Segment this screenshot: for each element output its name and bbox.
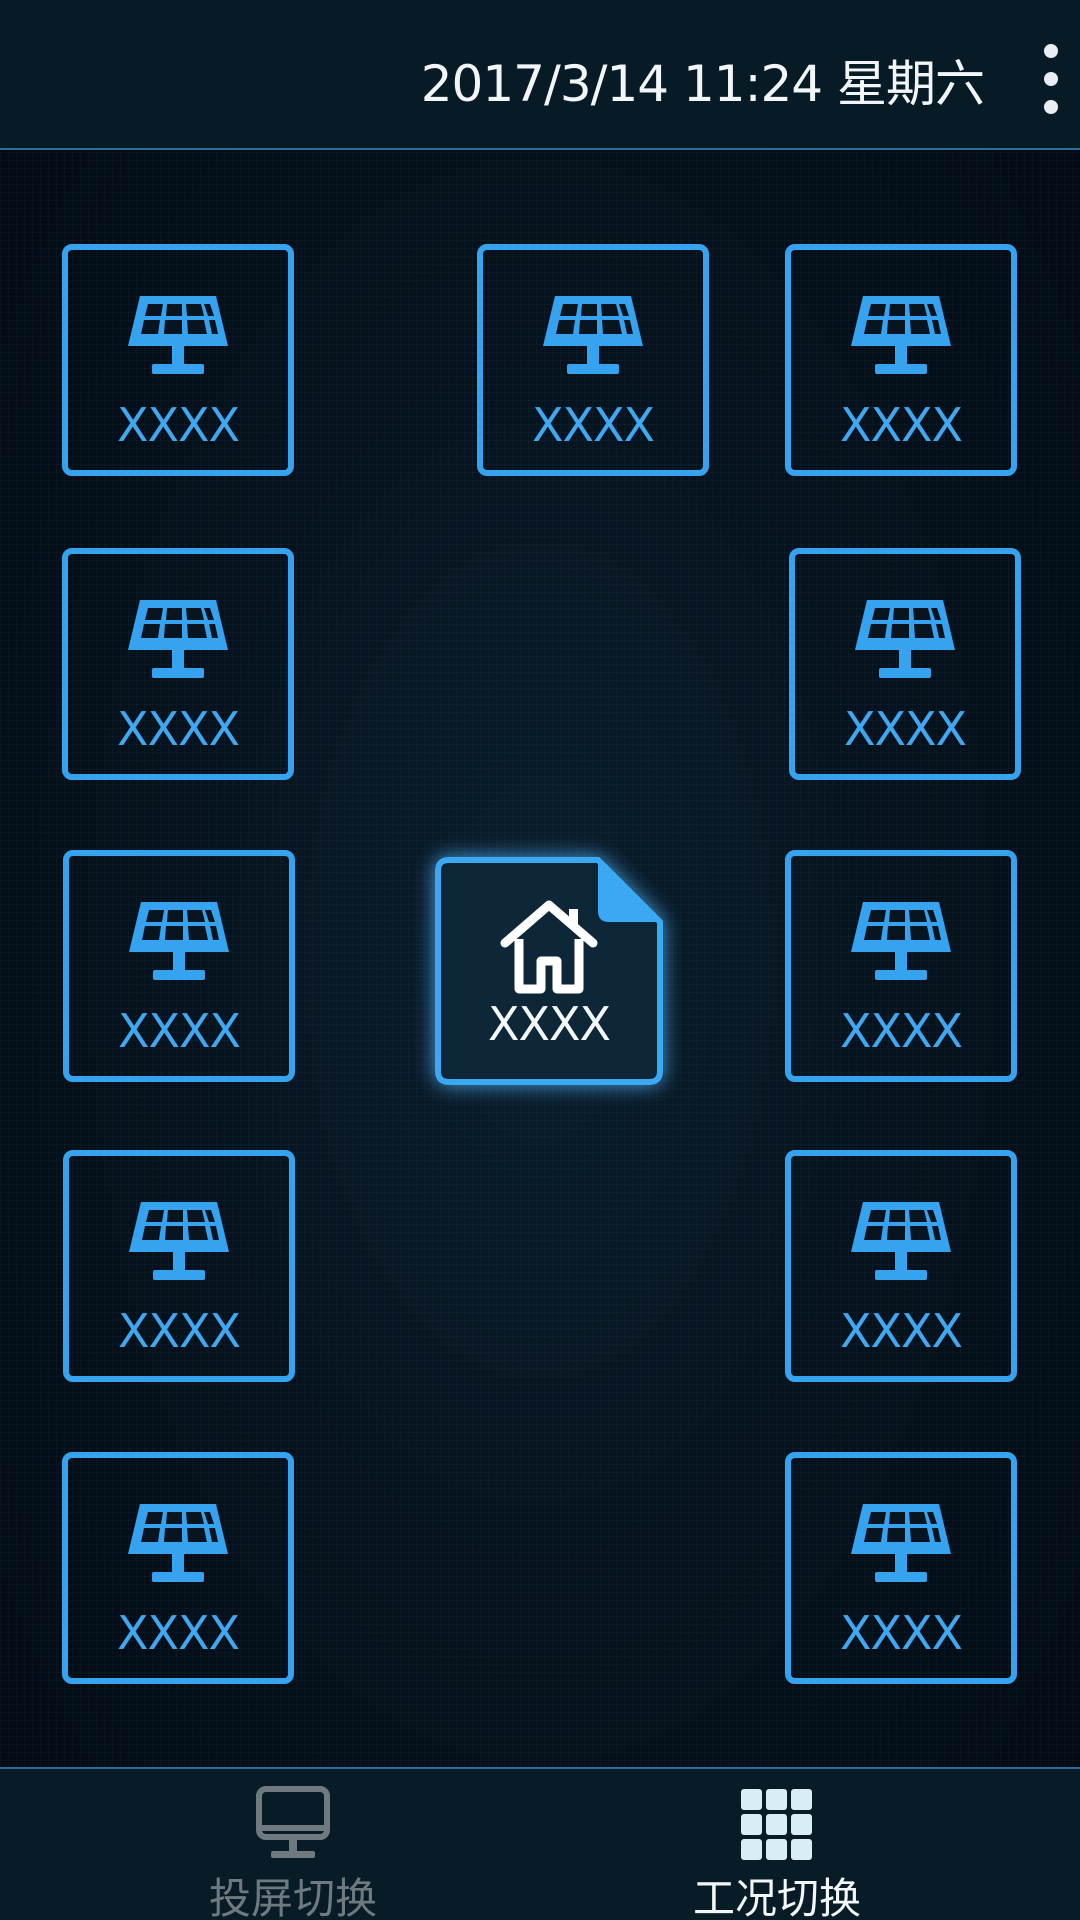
solar-unit-tile[interactable]: XXXX (785, 1150, 1017, 1382)
monitor-icon (256, 1786, 330, 1858)
menu-dot (1044, 72, 1058, 86)
menu-dot (1044, 100, 1058, 114)
solar-unit-tile[interactable]: XXXX (63, 1150, 295, 1382)
solar-unit-tile[interactable]: XXXX (789, 548, 1021, 780)
menu-dot (1044, 44, 1058, 58)
solar-unit-tile[interactable]: XXXX (785, 850, 1017, 1082)
app-screen: 2017/3/14 11:24 星期六 XXXX XXXX XXXX XXXX … (0, 0, 1080, 1920)
solar-panel-icon (849, 1200, 953, 1288)
nav-item-working-condition[interactable]: 工况切换 (627, 1769, 927, 1920)
tile-label: XXXX (839, 1004, 963, 1058)
more-vertical-icon[interactable] (1036, 44, 1066, 114)
solar-unit-tile[interactable]: XXXX (62, 244, 294, 476)
nav-label: 工况切换 (692, 1874, 861, 1920)
solar-panel-icon (126, 598, 230, 686)
tile-label: XXXX (843, 702, 967, 756)
solar-unit-tile[interactable]: XXXX (62, 548, 294, 780)
solar-unit-tile[interactable]: XXXX (785, 1452, 1017, 1684)
home-tile-label: XXXX (487, 997, 611, 1051)
status-bar: 2017/3/14 11:24 星期六 (0, 0, 1080, 150)
solar-panel-icon (853, 598, 957, 686)
tile-label: XXXX (116, 1606, 240, 1660)
nav-label: 投屏切换 (208, 1874, 377, 1920)
tile-label: XXXX (839, 1304, 963, 1358)
solar-panel-icon (849, 294, 953, 382)
nav-item-screen-cast[interactable]: 投屏切换 (143, 1769, 443, 1920)
solar-panel-icon (127, 900, 231, 988)
solar-panel-icon (126, 1502, 230, 1590)
bottom-nav: 投屏切换 工况切换 (0, 1767, 1080, 1920)
grid-icon (741, 1789, 812, 1860)
tile-label: XXXX (531, 398, 655, 452)
solar-panel-icon (126, 294, 230, 382)
tile-label: XXXX (117, 1004, 241, 1058)
solar-panel-icon (541, 294, 645, 382)
tile-label: XXXX (117, 1304, 241, 1358)
solar-panel-icon (849, 1502, 953, 1590)
solar-unit-tile[interactable]: XXXX (62, 1452, 294, 1684)
datetime-display: 2017/3/14 11:24 星期六 (420, 55, 985, 113)
home-tile[interactable]: XXXX (435, 857, 663, 1085)
tile-label: XXXX (116, 398, 240, 452)
tile-label: XXXX (839, 398, 963, 452)
solar-panel-icon (127, 1200, 231, 1288)
tile-label: XXXX (116, 702, 240, 756)
solar-panel-icon (849, 900, 953, 988)
solar-unit-tile[interactable]: XXXX (63, 850, 295, 1082)
solar-unit-tile[interactable]: XXXX (477, 244, 709, 476)
solar-unit-tile[interactable]: XXXX (785, 244, 1017, 476)
home-icon (500, 900, 598, 994)
tile-label: XXXX (839, 1606, 963, 1660)
